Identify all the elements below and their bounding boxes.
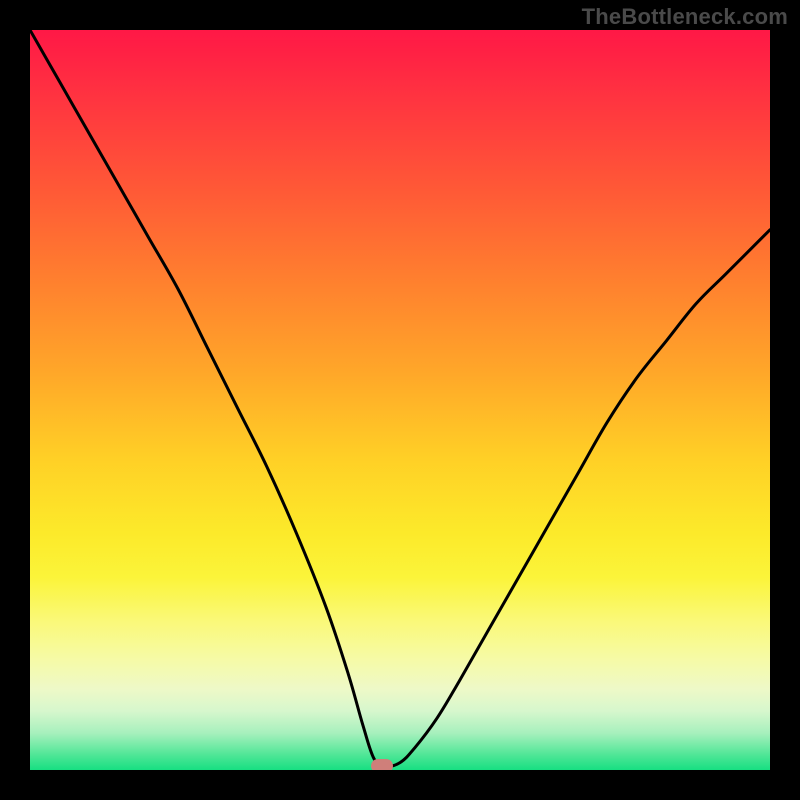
minimum-marker [371,759,393,770]
plot-area [30,30,770,770]
bottleneck-curve [30,30,770,770]
watermark-text: TheBottleneck.com [582,4,788,30]
chart-frame: TheBottleneck.com [0,0,800,800]
